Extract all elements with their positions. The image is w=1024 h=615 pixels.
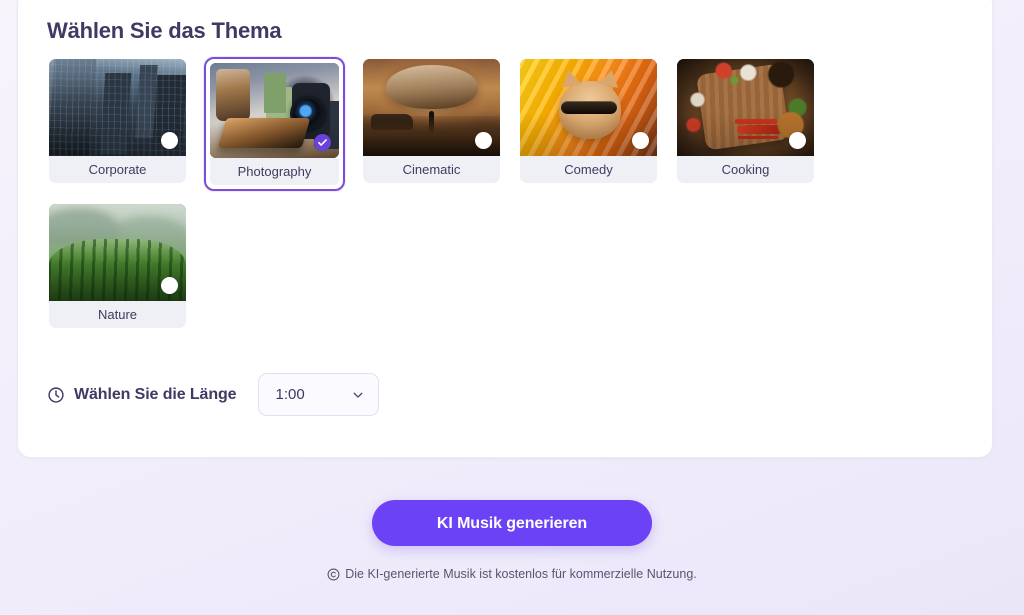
theme-label-cinematic: Cinematic (363, 156, 500, 183)
theme-card-photography[interactable]: Photography (204, 57, 345, 191)
theme-radio-comedy[interactable] (632, 132, 649, 149)
theme-card-nature[interactable]: Nature (47, 202, 188, 330)
theme-card-cooking[interactable]: Cooking (675, 57, 816, 191)
theme-thumbnail-nature (49, 204, 186, 301)
theme-thumbnail-cooking (677, 59, 814, 156)
theme-radio-nature[interactable] (161, 277, 178, 294)
chili-detail (737, 125, 784, 134)
theme-thumbnail-corporate (49, 59, 186, 156)
copyright-icon (327, 568, 340, 580)
generate-ai-music-button[interactable]: KI Musik generieren (372, 500, 652, 546)
chevron-down-icon (354, 392, 363, 398)
disclaimer: Die KI-generierte Musik ist kostenlos fü… (0, 567, 1024, 581)
clock-icon (48, 386, 64, 403)
person-silhouette (428, 111, 434, 137)
theme-card-cinematic[interactable]: Cinematic (361, 57, 502, 191)
theme-radio-photography-checked[interactable] (314, 134, 331, 151)
theme-label-nature: Nature (49, 301, 186, 328)
length-select[interactable]: 1:00 (258, 373, 380, 416)
theme-label-photography: Photography (210, 158, 339, 185)
theme-label-corporate: Corporate (49, 156, 186, 183)
theme-card-corporate[interactable]: Corporate (47, 57, 188, 191)
camera-lens-detail (293, 99, 323, 129)
theme-label-comedy: Comedy (520, 156, 657, 183)
theme-thumbnail-photography (210, 63, 339, 158)
disclaimer-text: Die KI-generierte Musik ist kostenlos fü… (345, 567, 697, 581)
length-selector-row: Wählen Sie die Länge 1:00 (47, 373, 972, 416)
theme-card-comedy[interactable]: Comedy (518, 57, 659, 191)
theme-card-grid: Corporate Photography Cinematic Comedy C… (47, 57, 847, 330)
check-icon (318, 139, 327, 146)
theme-selection-panel: Wählen Sie das Thema Corporate Photograp… (17, 0, 993, 458)
theme-radio-cinematic[interactable] (475, 132, 492, 149)
page-title: Wählen Sie das Thema (47, 18, 282, 43)
theme-radio-cooking[interactable] (789, 132, 806, 149)
theme-thumbnail-comedy (520, 59, 657, 156)
sunglasses-detail (560, 101, 617, 114)
theme-radio-corporate[interactable] (161, 132, 178, 149)
length-label: Wählen Sie die Länge (74, 385, 237, 403)
theme-label-cooking: Cooking (677, 156, 814, 183)
theme-thumbnail-cinematic (363, 59, 500, 156)
cta-section: KI Musik generieren Die KI-generierte Mu… (0, 500, 1024, 581)
length-select-value: 1:00 (275, 386, 305, 403)
panel-content: Wählen Sie das Thema Corporate Photograp… (47, 11, 972, 416)
car-silhouette (371, 114, 413, 130)
